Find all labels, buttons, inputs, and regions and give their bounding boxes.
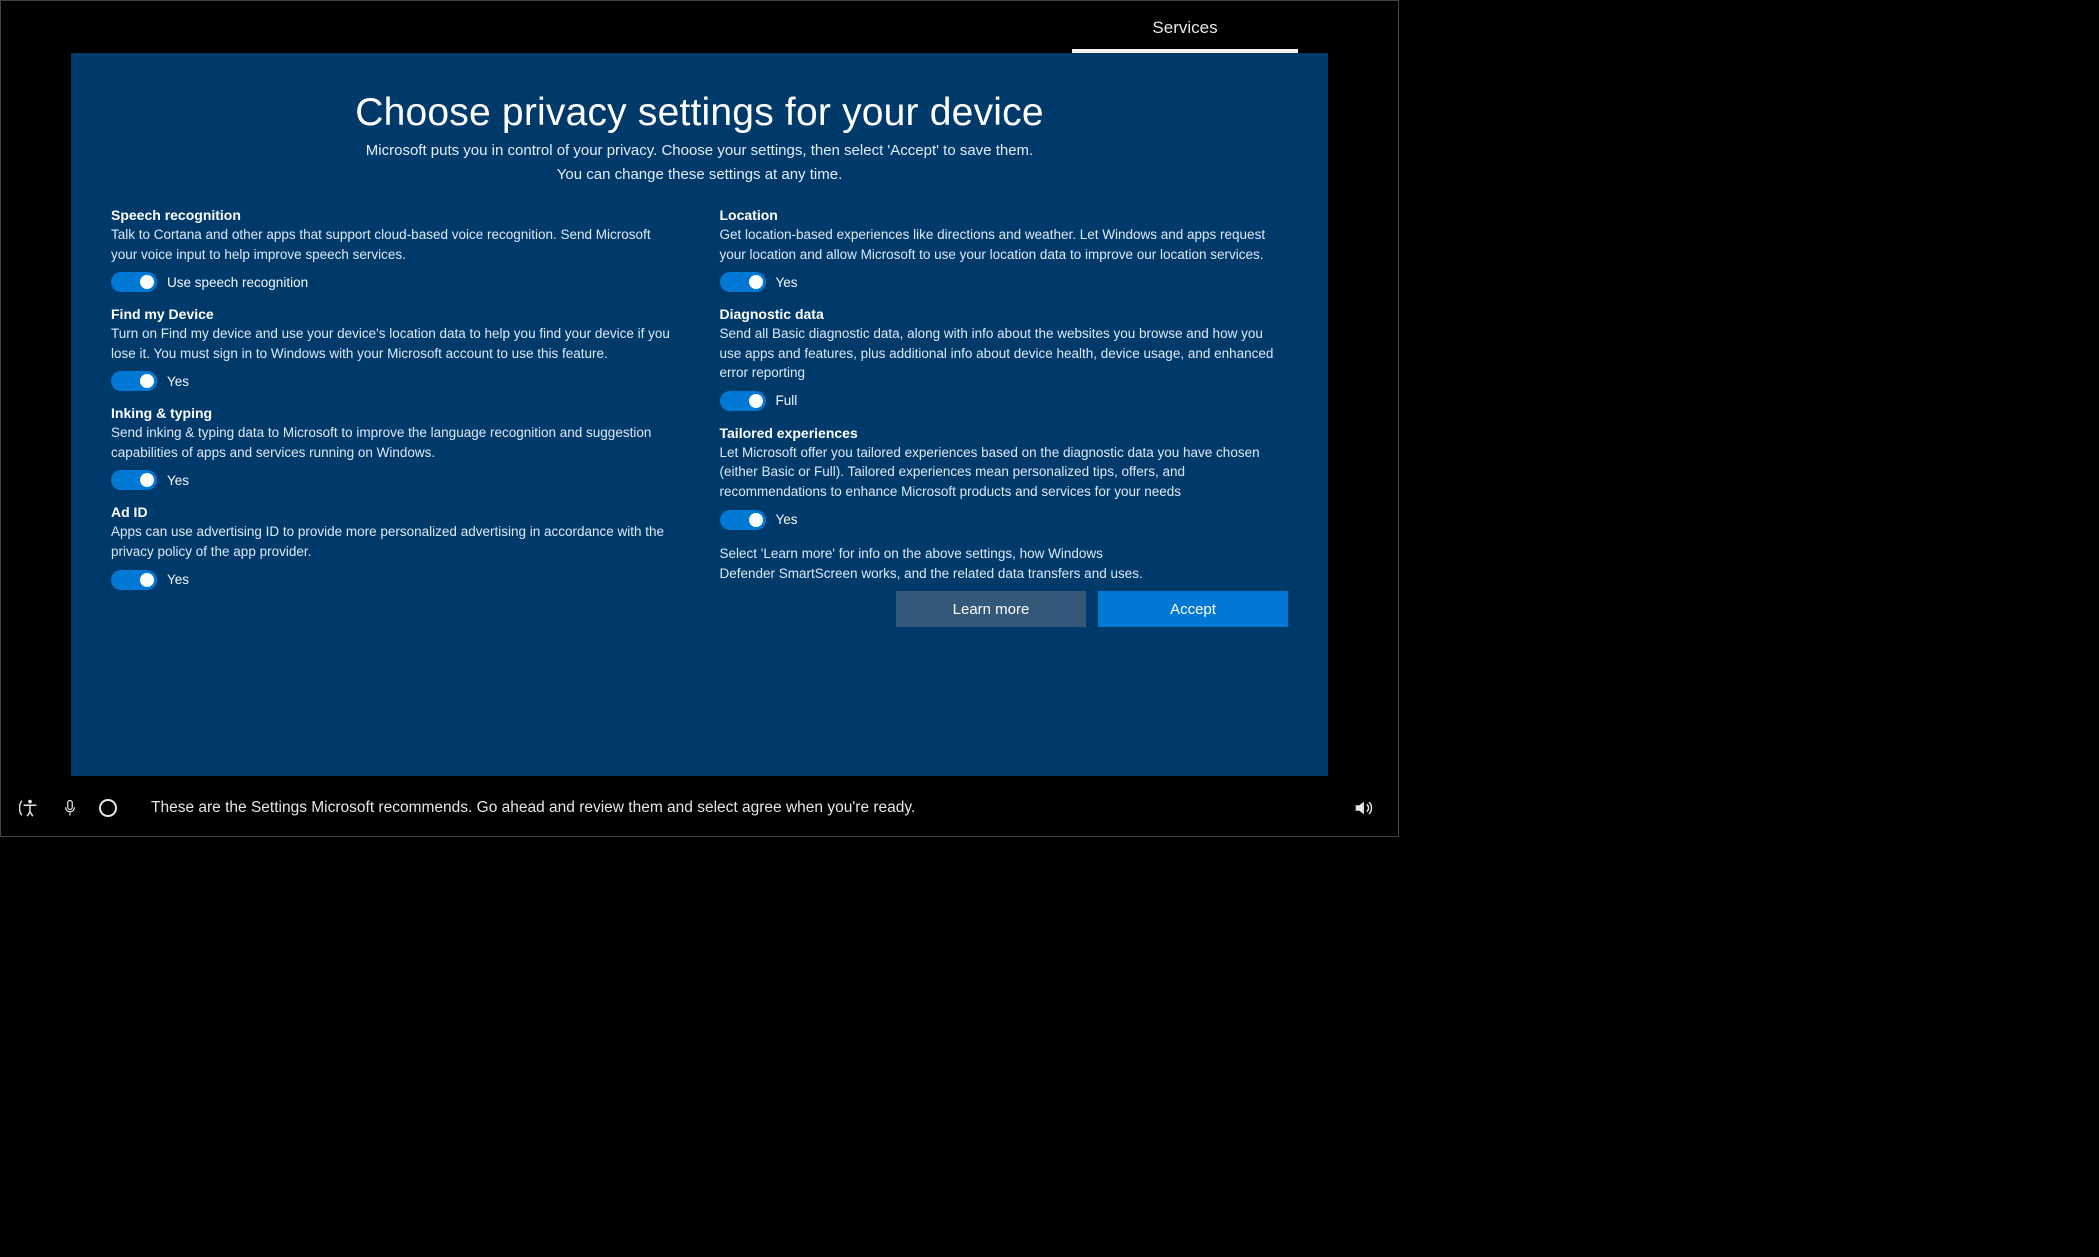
setting-diag-toggle[interactable]	[720, 391, 766, 411]
setting-diag-toggle-label: Full	[776, 393, 798, 408]
page-title: Choose privacy settings for your device	[111, 91, 1288, 135]
learn-more-note-line-2: Defender SmartScreen works, and the rela…	[720, 566, 1143, 581]
setting-speech-toggle[interactable]	[111, 272, 157, 292]
setting-diag-desc: Send all Basic diagnostic data, along wi…	[720, 324, 1289, 383]
setting-inking-desc: Send inking & typing data to Microsoft t…	[111, 423, 680, 462]
setting-inking-typing: Inking & typing Send inking & typing dat…	[111, 405, 680, 490]
setting-tailored-toggle[interactable]	[720, 510, 766, 530]
setting-location-toggle[interactable]	[720, 272, 766, 292]
button-row: Learn more Accept	[720, 591, 1289, 627]
setting-speech-desc: Talk to Cortana and other apps that supp…	[111, 225, 680, 264]
setting-adid-toggle-label: Yes	[167, 572, 189, 587]
setting-diagnostic-data: Diagnostic data Send all Basic diagnosti…	[720, 306, 1289, 411]
learn-more-note-line-1: Select 'Learn more' for info on the abov…	[720, 546, 1103, 561]
setting-diag-title: Diagnostic data	[720, 306, 1289, 322]
bottom-left-icons	[19, 797, 117, 819]
narration-text: These are the Settings Microsoft recomme…	[133, 799, 1336, 817]
setting-find-title: Find my Device	[111, 306, 680, 322]
setting-location-toggle-label: Yes	[776, 275, 798, 290]
setting-ad-id: Ad ID Apps can use advertising ID to pro…	[111, 504, 680, 589]
bottom-bar: These are the Settings Microsoft recomme…	[1, 780, 1398, 836]
subtitle-line-2: You can change these settings at any tim…	[557, 166, 842, 183]
setting-location-title: Location	[720, 207, 1289, 223]
setting-find-toggle-label: Yes	[167, 374, 189, 389]
tab-services[interactable]: Services	[1072, 7, 1298, 53]
settings-columns: Speech recognition Talk to Cortana and o…	[111, 207, 1288, 627]
tab-bar: Services	[1, 1, 1398, 53]
page-subtitle: Microsoft puts you in control of your pr…	[111, 139, 1288, 187]
setting-adid-toggle[interactable]	[111, 570, 157, 590]
setting-speech-toggle-label: Use speech recognition	[167, 275, 308, 290]
setting-location-desc: Get location-based experiences like dire…	[720, 225, 1289, 264]
setting-location: Location Get location-based experiences …	[720, 207, 1289, 292]
setting-inking-title: Inking & typing	[111, 405, 680, 421]
setting-tailored-title: Tailored experiences	[720, 425, 1289, 441]
accept-button[interactable]: Accept	[1098, 591, 1288, 627]
microphone-icon[interactable]	[59, 797, 81, 819]
setting-tailored-desc: Let Microsoft offer you tailored experie…	[720, 443, 1289, 502]
learn-more-button[interactable]: Learn more	[896, 591, 1086, 627]
setting-find-desc: Turn on Find my device and use your devi…	[111, 324, 680, 363]
setting-adid-title: Ad ID	[111, 504, 680, 520]
volume-icon[interactable]	[1352, 797, 1374, 819]
privacy-panel: Choose privacy settings for your device …	[71, 53, 1328, 776]
cortana-icon[interactable]	[99, 799, 117, 817]
setting-adid-desc: Apps can use advertising ID to provide m…	[111, 522, 680, 561]
subtitle-line-1: Microsoft puts you in control of your pr…	[366, 142, 1033, 159]
setting-tailored-experiences: Tailored experiences Let Microsoft offer…	[720, 425, 1289, 530]
setting-tailored-toggle-label: Yes	[776, 512, 798, 527]
settings-col-left: Speech recognition Talk to Cortana and o…	[111, 207, 680, 627]
oobe-screen: Services Choose privacy settings for you…	[0, 0, 1399, 837]
setting-inking-toggle-label: Yes	[167, 473, 189, 488]
setting-inking-toggle[interactable]	[111, 470, 157, 490]
setting-find-my-device: Find my Device Turn on Find my device an…	[111, 306, 680, 391]
setting-speech: Speech recognition Talk to Cortana and o…	[111, 207, 680, 292]
setting-find-toggle[interactable]	[111, 371, 157, 391]
setting-speech-title: Speech recognition	[111, 207, 680, 223]
accessibility-icon[interactable]	[19, 797, 41, 819]
settings-col-right: Location Get location-based experiences …	[720, 207, 1289, 627]
learn-more-note: Select 'Learn more' for info on the abov…	[720, 544, 1289, 586]
